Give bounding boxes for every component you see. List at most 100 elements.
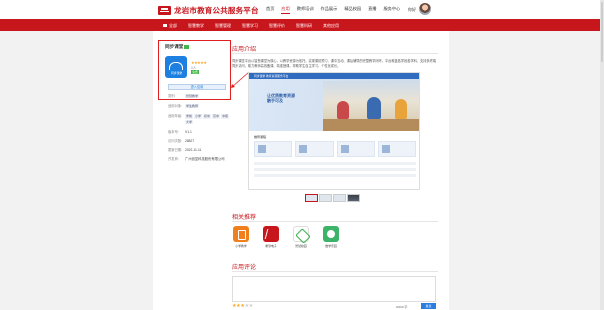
recommended-app[interactable]: 小学教学	[232, 226, 250, 248]
category-bar: 全部 智慧教学 智慧管理 智慧学习 智慧评价 智慧科研 其他应用	[0, 19, 600, 31]
logo-icon	[158, 6, 171, 15]
info-row: 开发商: 广州创显科技股份有限公司	[168, 157, 232, 161]
face-icon	[323, 226, 339, 242]
scrollbar-thumb[interactable]	[601, 2, 603, 62]
course-card	[377, 141, 416, 157]
nav-campus[interactable]: 精品校园	[344, 6, 361, 14]
screenshot-thumbnails	[305, 194, 360, 202]
recommend-title: 相关推荐	[232, 215, 257, 221]
app-title: 同步课堂	[165, 44, 190, 50]
logo-text: 龙岩市教育公共服务平台	[174, 6, 259, 15]
screenshot-hero: 让优质教育资源 触手可及	[249, 79, 419, 131]
avatar[interactable]	[419, 3, 431, 15]
comment-rating-stars[interactable]: ★★★★★	[232, 303, 253, 309]
nav-apps[interactable]: 应用	[281, 6, 290, 14]
info-chip: 大学	[185, 119, 194, 124]
nav-live[interactable]: 直播	[368, 6, 376, 14]
category-all-label: 全部	[169, 22, 177, 28]
info-chip: 学前	[185, 114, 194, 119]
app-icon: 同步课堂	[165, 56, 187, 78]
category-item[interactable]: 智慧学习	[242, 23, 258, 29]
info-value: 广州创显科技股份有限公司	[185, 157, 225, 162]
screenshot-rows	[254, 162, 416, 180]
info-chip: 高中	[212, 114, 221, 119]
recommended-app[interactable]: 智慧校园	[292, 226, 310, 248]
comment-textarea[interactable]	[232, 276, 436, 302]
app-title-text: 同步课堂	[165, 44, 184, 49]
student-figure	[367, 97, 381, 119]
app-info: 类别: 智慧教学 适用对象: 学生教师 适用年级: 学前 小学 初中 高中 中职大学 版本号…	[168, 94, 232, 167]
nav-teacher-training[interactable]: 教师培训	[297, 6, 314, 14]
divider	[232, 271, 438, 272]
app-icon-text: 同步课堂	[171, 71, 183, 75]
divider	[232, 221, 438, 222]
star-off-icon[interactable]: ★★	[245, 303, 254, 309]
top-nav: 首页 应用 教师培训 作品展示 精品校园 直播 服务中心	[266, 6, 407, 14]
verified-icon	[184, 44, 190, 49]
info-value: 2022-11-11	[185, 148, 202, 153]
category-item[interactable]: 智慧评价	[269, 23, 285, 29]
screenshot-hero-text: 让优质教育资源 触手可及	[267, 93, 295, 103]
screenshot-topbar-text: 同步课堂 教育资源服务平台	[254, 74, 289, 78]
info-key: 开发商:	[168, 157, 179, 162]
info-row: 类别: 智慧教学	[168, 94, 232, 99]
star-on-icon[interactable]: ★★★	[232, 303, 245, 309]
enter-app-button[interactable]: 进入应用	[168, 84, 226, 90]
info-chip: 智慧教学	[185, 94, 200, 99]
course-card	[336, 141, 375, 157]
recommended-app-name: 希望电子	[265, 244, 277, 248]
course-card	[254, 141, 293, 157]
app-screenshot[interactable]: 同步课堂 教育资源服务平台 让优质教育资源 触手可及 推荐课程	[248, 72, 420, 190]
info-row: 版本号: V1.1	[168, 130, 232, 134]
nav-service[interactable]: 服务中心	[383, 6, 400, 14]
recommended-app[interactable]: 希望电子	[262, 226, 280, 248]
book-icon	[233, 226, 249, 242]
info-row: 访问次数: 28827	[168, 139, 232, 143]
annotation-arrow	[231, 71, 250, 88]
desk-figure	[323, 119, 419, 131]
info-chip: 学生教师	[185, 104, 200, 109]
site-logo[interactable]: 龙岩市教育公共服务平台	[158, 5, 259, 16]
thumbnail[interactable]	[333, 194, 346, 202]
thumbnail[interactable]	[347, 194, 360, 202]
info-key: 更新日期:	[168, 148, 183, 153]
category-item[interactable]: 其他应用	[323, 23, 339, 29]
recommended-apps: 小学教学 希望电子 智慧校园 数学乐园	[232, 226, 340, 248]
info-row: 更新日期: 2022-11-11	[168, 148, 232, 152]
page-scrollbar[interactable]	[600, 0, 604, 310]
category-all[interactable]: 全部	[163, 23, 177, 29]
recommended-app-name: 数学乐园	[325, 244, 337, 248]
info-value: V1.1	[185, 129, 192, 134]
recommended-app-name: 智慧校园	[295, 244, 307, 248]
free-badge: 免费	[191, 70, 199, 74]
category-item[interactable]: 智慧教学	[188, 23, 204, 29]
thumbnail[interactable]	[305, 194, 318, 202]
screenshot-cards	[254, 141, 416, 157]
info-row: 适用对象: 学生教师	[168, 104, 232, 109]
thumbnail[interactable]	[319, 194, 332, 202]
user-greeting[interactable]: 你好	[408, 7, 416, 13]
info-key: 适用对象:	[168, 104, 183, 109]
category-item[interactable]: 智慧科研	[296, 23, 312, 29]
nav-works[interactable]: 作品展示	[321, 6, 338, 14]
student-figure	[395, 99, 407, 119]
comment-char-count: 0/200 字	[396, 305, 408, 309]
screenshot-subtitle: 推荐课程	[254, 135, 267, 139]
comments-title: 应用评论	[232, 265, 257, 271]
diamond-icon	[293, 226, 309, 242]
app-description: 同步课堂平台以智慧课堂为核心，以教学资源为依托，实现课前预习、课中互动、课后辅导…	[232, 59, 436, 68]
pen-icon	[263, 226, 279, 242]
recommended-app[interactable]: 数学乐园	[322, 226, 340, 248]
app-logo-mark	[169, 62, 183, 70]
nav-home[interactable]: 首页	[266, 6, 274, 14]
submit-comment-button[interactable]: 发表	[421, 303, 436, 309]
divider	[232, 53, 438, 54]
site-header: 龙岩市教育公共服务平台 首页 应用 教师培训 作品展示 精品校园 直播 服务中心…	[0, 0, 600, 19]
info-key: 访问次数:	[168, 139, 183, 144]
recommended-app-name: 小学教学	[235, 244, 247, 248]
info-chip: 中职	[221, 114, 230, 119]
category-item[interactable]: 智慧管理	[215, 23, 231, 29]
student-figure	[337, 101, 349, 119]
info-row: 适用年级: 学前 小学 初中 高中 中职大学	[168, 114, 232, 124]
info-value: 28827	[185, 139, 195, 144]
